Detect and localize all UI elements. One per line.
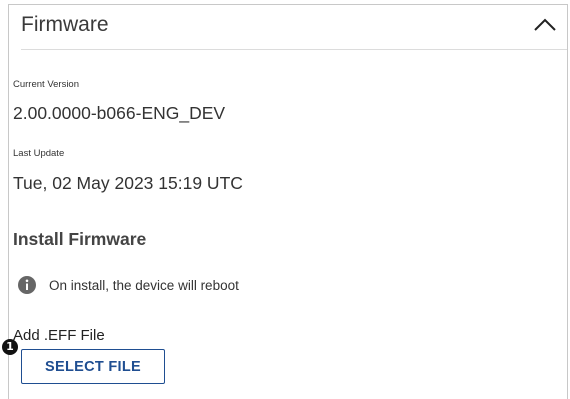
select-file-button[interactable]: SELECT FILE [21,349,165,384]
install-firmware-heading: Install Firmware [13,229,147,249]
reboot-notice: On install, the device will reboot [17,274,239,296]
panel-header[interactable]: Firmware [9,5,567,49]
chevron-up-icon [534,18,556,31]
callout-badge: 1 [2,339,18,355]
panel-title: Firmware [21,13,109,36]
header-divider [21,49,567,50]
current-version-label: Current Version [13,79,80,90]
last-update-value: Tue, 02 May 2023 15:19 UTC [13,173,243,193]
collapse-button[interactable] [531,13,559,37]
current-version-value: 2.00.0000-b066-ENG_DEV [13,103,226,123]
add-eff-file-label: Add .EFF File [13,327,105,344]
info-icon [17,275,37,295]
reboot-notice-text: On install, the device will reboot [49,277,239,293]
last-update-label: Last Update [13,148,65,159]
